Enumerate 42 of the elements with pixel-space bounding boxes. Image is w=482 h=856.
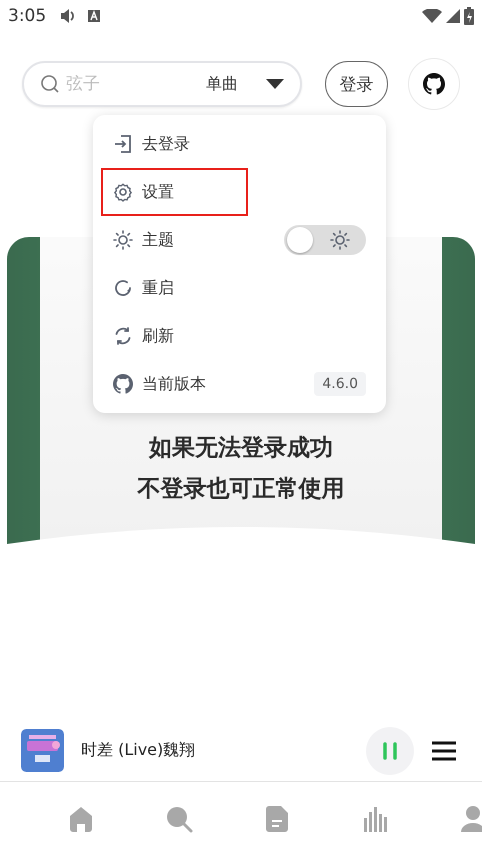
- menu-item-label: 当前版本: [142, 374, 206, 394]
- song-title: 时差 (Live)魏翔: [81, 740, 196, 761]
- github-button[interactable]: [408, 58, 460, 110]
- version-badge: 4.6.0: [314, 372, 366, 396]
- volume-icon: [60, 9, 76, 23]
- search-icon[interactable]: [164, 804, 194, 834]
- sun-icon: [330, 230, 350, 250]
- gear-icon: [113, 182, 133, 202]
- wifi-icon: [422, 9, 442, 23]
- login-icon: [113, 134, 133, 154]
- search-icon: [40, 74, 60, 94]
- pause-icon: [381, 742, 399, 760]
- menu-item[interactable]: 设置: [101, 168, 248, 216]
- person-icon[interactable]: [458, 804, 482, 834]
- menu-item[interactable]: 去登录: [101, 120, 378, 168]
- login-button[interactable]: 登录: [325, 61, 388, 107]
- menu-item-label: 主题: [142, 230, 174, 250]
- search-type-select[interactable]: 单曲: [206, 74, 238, 94]
- theme-toggle[interactable]: [284, 225, 366, 255]
- github-icon: [113, 374, 133, 394]
- battery-icon: [464, 7, 474, 25]
- caret-icon[interactable]: [266, 79, 284, 89]
- restart-icon: [113, 278, 133, 298]
- banner-text: 如果无法登录成功: [149, 434, 333, 463]
- search-field[interactable]: 弦子 单曲: [22, 61, 302, 107]
- menu-item-label: 去登录: [142, 134, 190, 154]
- menu-item[interactable]: 主题: [101, 216, 378, 264]
- menu-item[interactable]: 重启: [101, 264, 378, 312]
- menu-item[interactable]: 刷新: [101, 312, 378, 360]
- banner-text: 不登录也可正常使用: [138, 475, 344, 504]
- menu-item-label: 刷新: [142, 326, 174, 346]
- signal-icon: [446, 9, 460, 23]
- refresh-icon: [113, 326, 133, 346]
- menu-item-label: 重启: [142, 278, 174, 298]
- play-pause-button[interactable]: [366, 726, 414, 774]
- keyboard-icon: [88, 10, 100, 22]
- menu-item[interactable]: 当前版本 4.6.0: [101, 360, 378, 408]
- menu-icon[interactable]: [432, 740, 456, 760]
- menu-item-label: 设置: [142, 182, 174, 202]
- github-icon: [423, 73, 445, 95]
- sun-icon: [113, 230, 133, 250]
- status-time: 3:05: [8, 6, 46, 26]
